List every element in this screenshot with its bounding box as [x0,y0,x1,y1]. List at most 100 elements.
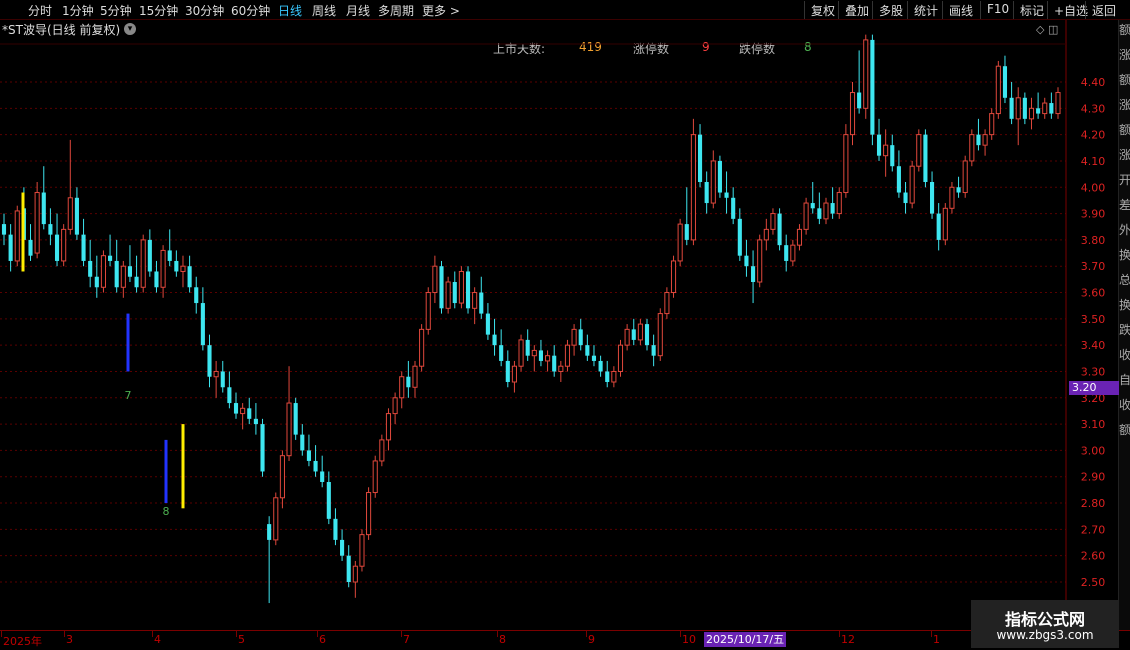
candle-body-down [108,255,113,261]
strip-label: 自 [1119,373,1130,387]
candle-body-down [976,134,981,146]
price-tick-label: 4.00 [1081,181,1106,194]
candle-body-up [617,344,624,372]
candle-body-down [784,245,789,261]
candle-body-down [306,450,311,461]
date-tick [401,631,402,637]
candle-body-down [936,213,941,240]
candle-body-up [989,113,995,136]
strip-label: 跌 [1119,323,1130,337]
date-tick [586,631,587,637]
date-tick [680,631,681,637]
candle-body-down [704,182,709,204]
date-label: 2025年 [3,635,42,648]
price-tick-label: 3.80 [1081,234,1106,247]
candle-body-up [849,92,856,136]
candle-body-up [67,197,73,230]
price-tick-label: 3.70 [1081,260,1106,273]
candle-body-up [286,402,292,457]
candle-body-up [432,265,438,294]
candle-body-up [962,160,968,194]
candle-body-up [511,365,517,383]
candle-body-down [54,234,60,261]
price-tick-label: 3.90 [1081,208,1106,221]
candle-body-down [114,260,119,288]
candle-body-down [585,345,590,356]
candle-body-down [207,345,212,377]
candle-body-up [120,265,126,288]
price-tick-label: 2.60 [1081,550,1106,563]
date-label: 8 [499,633,506,646]
candle-body-up [790,244,796,262]
candle-body-up [677,223,683,262]
candle-body-up [14,210,20,262]
candle-body-down [260,424,265,472]
candle-body-up [359,534,365,567]
candle-body-up [545,355,551,362]
candle-body-up [385,413,392,441]
price-tick-label: 3.50 [1081,313,1106,326]
strip-label: 额 [1119,73,1130,87]
candle-body-down [253,418,258,425]
candle-body-down [744,255,749,267]
candle-body-up [942,207,948,241]
candle-body-up [657,313,663,357]
candle-body-down [174,260,179,272]
candle-body-up [624,328,630,346]
candle-body-up [916,134,922,167]
candle-body-down [956,187,961,193]
date-tick [64,631,65,637]
candle-body-up [823,202,829,220]
candle-body-up [100,255,106,288]
candle-body-up [458,270,464,304]
signal-bar [21,192,25,272]
date-axis: 2025年 3 4 5 6 7 8 9 10 12 1 2025/10/17/五 [0,630,1130,650]
candle-body-up [564,344,571,367]
candle-body-down [88,260,93,277]
candle-body-down [737,218,742,256]
candle-body-down [28,239,33,256]
candle-body-down [81,234,86,261]
candle-body-down [134,276,139,288]
candle-body-up [1015,97,1021,120]
candle-body-up [770,213,776,230]
candle-body-up [843,134,849,194]
candle-body-up [180,265,186,272]
candle-body-up [352,565,358,583]
candle-body-down [538,350,543,361]
candle-body-down [651,345,656,356]
candle-body-down [479,292,484,314]
candle-body-up [571,328,577,346]
candle-body-down [233,403,239,414]
price-tick-label: 4.40 [1081,76,1106,89]
candle-body-down [499,345,504,361]
candle-body-up [757,239,763,283]
candle-body-down [1009,97,1014,119]
candle-body-up [836,192,842,215]
kline-chart[interactable]: 4.40 4.30 4.20 4.10 4.00 3.90 3.80 3.70 3.60 3.50… [0,0,1130,650]
price-tick-label: 2.70 [1081,523,1106,536]
date-tick [317,631,318,637]
date-tick [497,631,498,637]
date-label: 10 [682,633,696,646]
candle-body-up [670,260,677,294]
candle-body-up [558,365,564,372]
candle-body-up [909,165,915,204]
candle-body-down [717,160,722,193]
candle-body-down [896,166,901,193]
candle-body-down [8,234,13,261]
candle-body-up [863,39,869,109]
candle-body-down [810,203,815,209]
strip-label: 涨 [1119,98,1130,112]
candle-body-up [472,292,478,309]
cursor-date-badge: 2025/10/17/五 [704,632,787,647]
candle-body-down [452,282,457,304]
strip-label: 换 [1119,248,1130,262]
date-label: 9 [588,633,595,646]
price-tick-label: 3.30 [1081,365,1106,378]
candle-body-down [605,371,610,382]
price-tick-label: 3.40 [1081,339,1106,352]
candle-body-up [392,397,398,415]
candle-body-down [147,239,152,272]
price-tick-label: 2.50 [1081,576,1106,589]
